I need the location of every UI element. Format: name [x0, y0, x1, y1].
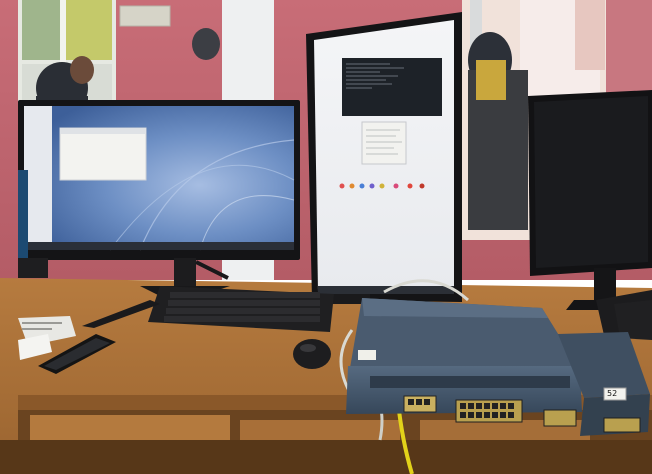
router-port-label: 52 [607, 389, 618, 398]
terminal-window [342, 58, 442, 116]
left-edge-stand [18, 258, 48, 278]
photo-scene: 52 [0, 0, 652, 474]
left-edge-screen [18, 170, 28, 262]
computer-mouse [293, 339, 331, 369]
lab-desk-photo [0, 0, 652, 474]
vertical-monitor [306, 12, 462, 304]
